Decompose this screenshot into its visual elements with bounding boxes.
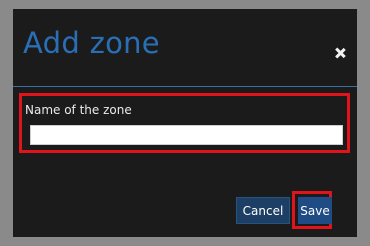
close-icon[interactable] [335,48,345,58]
title-divider [13,86,357,87]
save-button[interactable]: Save [298,197,332,224]
dialog-title: Add zone [23,26,160,60]
add-zone-dialog: Add zone Name of the zone Cancel Save [13,9,357,237]
zone-name-label: Name of the zone [25,103,132,117]
zone-name-input[interactable] [30,125,343,145]
cancel-button[interactable]: Cancel [236,197,290,224]
